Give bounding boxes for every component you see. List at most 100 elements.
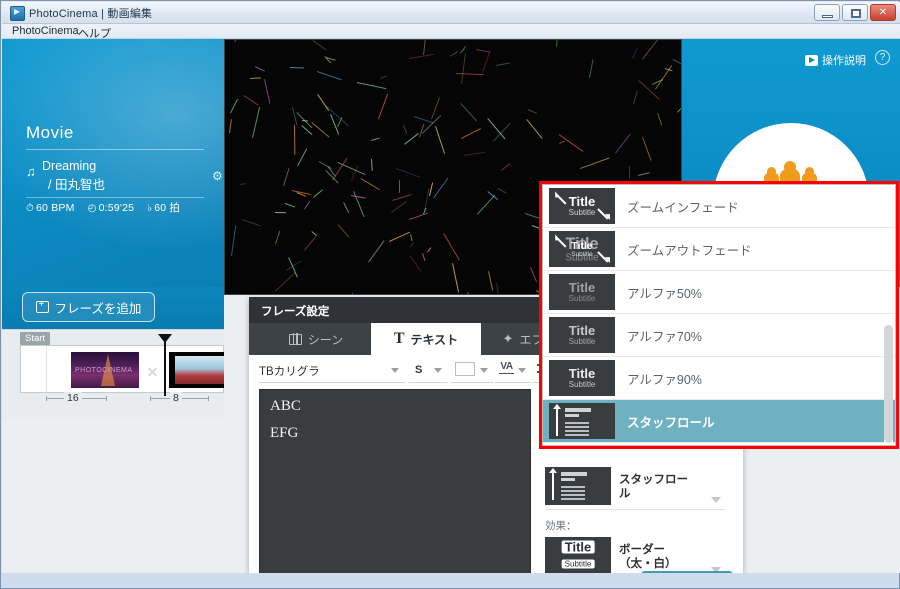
clip-duration-1: 16 [64, 392, 82, 404]
beat-icon: ♭ [147, 203, 153, 214]
menu-bar: PhotoCinema ヘルプ [2, 24, 900, 40]
title-subtitle-zoom-in-thumbnail: Title Subtitle [549, 188, 615, 224]
text-line-2: EFG [270, 425, 299, 441]
timeline-clip-2[interactable] [165, 346, 237, 392]
effect-wand-icon: ✦ [502, 331, 514, 346]
dropdown-option-zoom-out[interactable]: Title Subtitle Title Subtitle ズームアウトフェード [543, 228, 895, 271]
beats-value: 60 拍 [154, 202, 181, 214]
staff-roll-thumbnail [545, 467, 611, 505]
font-name-value[interactable]: TBカリグラ [259, 363, 320, 379]
title-subtitle-alpha50-thumbnail: Title Subtitle [549, 274, 615, 310]
title-subtitle-alpha70-thumbnail: Title Subtitle [549, 317, 615, 353]
dropdown-option-label: アルファ50% [627, 286, 702, 301]
text-color-dropdown-caret[interactable] [480, 368, 488, 373]
tab-scene[interactable]: シーン [261, 323, 371, 355]
dropdown-option-zoom-in[interactable]: Title Subtitle ズームインフェード [543, 185, 895, 228]
dropdown-list[interactable]: Title Subtitle ズームインフェード Title Subtitle Ti… [542, 184, 896, 446]
text-T-icon: T [393, 330, 405, 347]
animation-value: スタッフロール [619, 474, 688, 500]
title-bar: PhotoCinema | 動画編集 ✕ [2, 2, 900, 24]
chevron-down-icon[interactable] [711, 497, 721, 503]
text-input-area[interactable]: ABC EFG [259, 389, 531, 573]
dropdown-option-alpha70[interactable]: Title Subtitle アルファ70% [543, 314, 895, 357]
dropdown-option-staff-roll[interactable]: スタッフロール [543, 400, 895, 443]
window-title: PhotoCinema | 動画編集 [29, 8, 153, 20]
add-phrase-label: フレーズを追加 [54, 301, 142, 316]
letter-spacing-dropdown-caret[interactable] [518, 368, 526, 373]
left-background [2, 419, 224, 573]
dropdown-option-label: アルファ70% [627, 329, 702, 344]
divider [26, 149, 204, 150]
effect-label: 効果： [545, 520, 577, 532]
scrollbar-thumb[interactable] [884, 325, 893, 443]
close-icon: ✕ [878, 6, 888, 18]
maximize-button[interactable] [842, 4, 868, 21]
effect-combo[interactable]: Title Subtitle ボーダー（太・白） [545, 535, 725, 573]
text-toolbar: TBカリグラ S VA [259, 359, 567, 383]
dropdown-scrollbar[interactable] [884, 325, 893, 445]
title-subtitle-border-thumbnail: Title Subtitle [545, 537, 611, 573]
add-film-icon [35, 299, 49, 313]
operation-guide-button[interactable]: 操作説明 [805, 52, 866, 68]
dropdown-option-label: ズームインフェード [627, 200, 739, 215]
animation-combo[interactable]: スタッフロール [545, 465, 725, 510]
menu-item-photocinema[interactable]: PhotoCinema [8, 25, 83, 37]
scene-film-icon [288, 333, 302, 345]
music-note-icon: ♫ [26, 164, 36, 179]
effect-value: ボーダー（太・白） [619, 544, 677, 570]
title-subtitle-alpha90-thumbnail: Title Subtitle [549, 360, 615, 396]
tab-text[interactable]: T テキスト [371, 323, 481, 355]
tab-text-label: テキスト [410, 332, 459, 347]
timeline-cell[interactable] [21, 346, 47, 392]
clock-icon: ◴ [87, 203, 97, 214]
animation-dropdown-popup[interactable]: Title Subtitle ズームインフェード Title Subtitle Ti… [539, 181, 899, 449]
close-button[interactable]: ✕ [870, 4, 896, 21]
timeline-start-label: Start [20, 332, 51, 345]
dropdown-option-alpha50[interactable]: Title Subtitle アルファ50% [543, 271, 895, 314]
thumb-subtitle: Subtitle [561, 559, 595, 569]
metronome-icon: ⏱ [26, 203, 34, 214]
timeline[interactable]: Start 16 8 [2, 329, 237, 420]
playhead-marker[interactable] [158, 334, 172, 396]
window-controls: ✕ [814, 4, 896, 21]
timeline-track[interactable] [20, 345, 237, 393]
dialog-title: フレーズ設定 [261, 306, 330, 318]
staff-roll-thumbnail [549, 403, 615, 439]
apply-button[interactable]: 適用 [641, 571, 733, 573]
song-title: Dreaming [42, 159, 97, 173]
clip-duration-2: 8 [170, 392, 182, 404]
dialog-buttons: キャンセル 適用 [551, 571, 733, 573]
dropdown-option-label: ズームアウトフェード [627, 243, 752, 258]
font-size-value[interactable]: S [415, 364, 422, 376]
gear-icon[interactable]: ⚙ [212, 169, 223, 183]
text-line-1: ABC [270, 398, 301, 414]
text-color-swatch[interactable] [455, 362, 475, 376]
project-title: Movie [26, 123, 74, 142]
bpm-value: 60 BPM [36, 202, 75, 214]
duration-value: 0:59'25 [98, 202, 135, 214]
song-artist: / 田丸智也 [48, 178, 105, 192]
play-icon [805, 54, 818, 66]
timeline-clip-1[interactable] [47, 346, 165, 392]
tokyo-tower-thumbnail [71, 352, 139, 388]
font-name-dropdown-caret[interactable] [391, 368, 399, 373]
application-window: PhotoCinema | 動画編集 ✕ PhotoCinema ヘルプ Mov… [0, 0, 900, 589]
song-meta: ⏱ 60 BPM ◴ 0:59'25 ♭ 60 拍 [26, 200, 190, 215]
dropdown-option-label: スタッフロール [627, 415, 715, 430]
add-phrase-button[interactable]: フレーズを追加 [22, 292, 155, 322]
operation-guide-label: 操作説明 [822, 55, 866, 67]
tab-scene-label: シーン [307, 332, 344, 347]
app-icon [10, 6, 25, 21]
add-phrase-bar: フレーズを追加 [2, 287, 224, 329]
minimize-button[interactable] [814, 4, 840, 21]
letter-spacing-icon[interactable]: VA [499, 362, 514, 375]
font-size-dropdown-caret[interactable] [434, 368, 442, 373]
divider [26, 197, 204, 198]
help-circle-icon[interactable]: ? [875, 50, 890, 65]
project-panel: Movie ♫ Dreaming / 田丸智也 ⚙ ⏱ 60 BPM ◴ 0:59'… [2, 39, 224, 287]
dropdown-option-alpha90[interactable]: Title Subtitle アルファ90% [543, 357, 895, 400]
transition-icon [147, 366, 158, 377]
title-subtitle-zoom-out-thumbnail: Title Subtitle Title Subtitle [549, 231, 615, 267]
dropdown-option-label: アルファ90% [627, 372, 702, 387]
thumb-title: Title [561, 540, 595, 555]
